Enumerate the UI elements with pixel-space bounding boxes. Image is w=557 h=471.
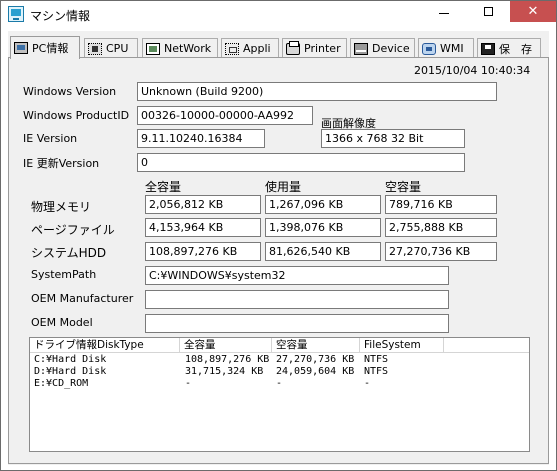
windows-version-field[interactable]: Unknown (Build 9200) (137, 82, 497, 101)
filesystem-cell: NTFS (364, 366, 389, 377)
tab-label: Printer (304, 42, 341, 55)
hdd-label: システムHDD (31, 246, 107, 260)
tab-device[interactable]: Device (350, 38, 415, 58)
free-cell: 27,270,736 KB (276, 354, 355, 365)
timestamp: 2015/10/04 10:40:34 (414, 64, 531, 77)
oem-model-field[interactable] (145, 314, 449, 333)
tab-label: WMI (440, 42, 464, 55)
hdd-free-field[interactable]: 27,270,736 KB (385, 242, 497, 261)
free-cell: - (276, 378, 283, 389)
ie-version-label: IE Version (23, 132, 78, 145)
oem-manufacturer-label: OEM Manufacturer (31, 292, 134, 305)
drive-list[interactable]: ドライブ情報DiskType 全容量 空容量 FileSystem C:¥Har… (29, 337, 530, 452)
tab-label: CPU (106, 42, 129, 55)
tab-label: Device (372, 42, 410, 55)
tab-network[interactable]: NetWork (142, 38, 218, 58)
memory-free-field[interactable]: 789,716 KB (385, 195, 497, 214)
filesystem-cell: - (364, 378, 371, 389)
memory-label: 物理メモリ (31, 200, 92, 214)
resolution-field[interactable]: 1366 x 768 32 Bit (321, 129, 465, 148)
column-header-disktype[interactable]: ドライブ情報DiskType (30, 338, 180, 353)
printer-icon (286, 40, 300, 55)
tab-label: NetWork (164, 42, 212, 55)
disktype-cell: E:¥CD_ROM (34, 378, 89, 389)
close-icon: ✕ (527, 4, 539, 19)
column-header-free[interactable]: 空容量 (272, 338, 360, 353)
appli-icon (225, 42, 239, 55)
tab-label: 保 存 (499, 42, 532, 56)
maximize-icon (484, 7, 493, 16)
minimize-button[interactable] (421, 1, 466, 22)
pagefile-label: ページファイル (31, 223, 115, 237)
oem-manufacturer-field[interactable] (145, 290, 449, 309)
tab-label: PC情報 (32, 42, 69, 55)
cpu-icon (88, 42, 102, 55)
device-icon (354, 42, 368, 55)
pc-info-panel: 2015/10/04 10:40:34 Windows Version Unkn… (8, 57, 549, 464)
wmi-icon (422, 42, 436, 55)
systempath-label: SystemPath (31, 268, 97, 281)
total-cell: 31,715,324 KB (185, 366, 264, 377)
tab-strip: PC情報 CPU NetWork Appli Printer Device WM… (8, 36, 549, 59)
ie-update-field[interactable]: 0 (137, 153, 465, 172)
memory-used-field[interactable]: 1,267,096 KB (265, 195, 381, 214)
ie-version-field[interactable]: 9.11.10240.16384 (137, 129, 265, 148)
product-id-label: Windows ProductID (23, 109, 130, 122)
tab-printer[interactable]: Printer (282, 38, 347, 58)
used-column-header: 使用量 (265, 180, 302, 194)
network-icon (146, 42, 160, 55)
total-cell: - (185, 378, 192, 389)
tab-appli[interactable]: Appli (221, 38, 279, 58)
tab-label: Appli (243, 42, 271, 55)
maximize-button[interactable] (466, 1, 511, 22)
hdd-used-field[interactable]: 81,626,540 KB (265, 242, 381, 261)
ie-update-label: IE 更新Version (23, 157, 100, 170)
pc-icon (14, 42, 28, 54)
pagefile-free-field[interactable]: 2,755,888 KB (385, 218, 497, 237)
pagefile-used-field[interactable]: 1,398,076 KB (265, 218, 381, 237)
disktype-cell: D:¥Hard Disk (34, 366, 107, 377)
app-icon (8, 6, 24, 22)
column-header-total[interactable]: 全容量 (180, 338, 272, 353)
main-window: マシン情報 ✕ PC情報 CPU NetWork Appli Printer D… (0, 0, 557, 471)
list-item[interactable]: C:¥Hard Disk 108,897,276 KB 27,270,736 K… (30, 354, 529, 366)
filesystem-cell: NTFS (364, 354, 389, 365)
client-area: PC情報 CPU NetWork Appli Printer Device WM… (8, 31, 549, 465)
list-item[interactable]: E:¥CD_ROM - - - (30, 378, 529, 390)
total-cell: 108,897,276 KB (185, 354, 270, 365)
memory-total-field[interactable]: 2,056,812 KB (145, 195, 261, 214)
oem-model-label: OEM Model (31, 316, 93, 329)
total-column-header: 全容量 (145, 180, 182, 194)
column-header-filesystem[interactable]: FileSystem (360, 338, 444, 353)
tab-cpu[interactable]: CPU (84, 38, 138, 58)
pagefile-total-field[interactable]: 4,153,964 KB (145, 218, 261, 237)
drive-list-header: ドライブ情報DiskType 全容量 空容量 FileSystem (30, 338, 529, 353)
title-bar[interactable]: マシン情報 ✕ (1, 1, 556, 30)
systempath-field[interactable]: C:¥WINDOWS¥system32 (145, 266, 449, 285)
list-item[interactable]: D:¥Hard Disk 31,715,324 KB 24,059,604 KB… (30, 366, 529, 378)
tab-pc-info[interactable]: PC情報 (10, 36, 80, 59)
free-column-header: 空容量 (385, 180, 422, 194)
disktype-cell: C:¥Hard Disk (34, 354, 107, 365)
tab-save[interactable]: 保 存 (477, 38, 541, 58)
minimize-icon (438, 13, 449, 14)
product-id-field[interactable]: 00326-10000-00000-AA992 (137, 106, 313, 125)
save-icon (481, 42, 495, 55)
close-button[interactable]: ✕ (510, 1, 556, 22)
hdd-total-field[interactable]: 108,897,276 KB (145, 242, 261, 261)
free-cell: 24,059,604 KB (276, 366, 355, 377)
window-title: マシン情報 (30, 9, 91, 23)
tab-wmi[interactable]: WMI (418, 38, 474, 58)
windows-version-label: Windows Version (23, 85, 117, 98)
